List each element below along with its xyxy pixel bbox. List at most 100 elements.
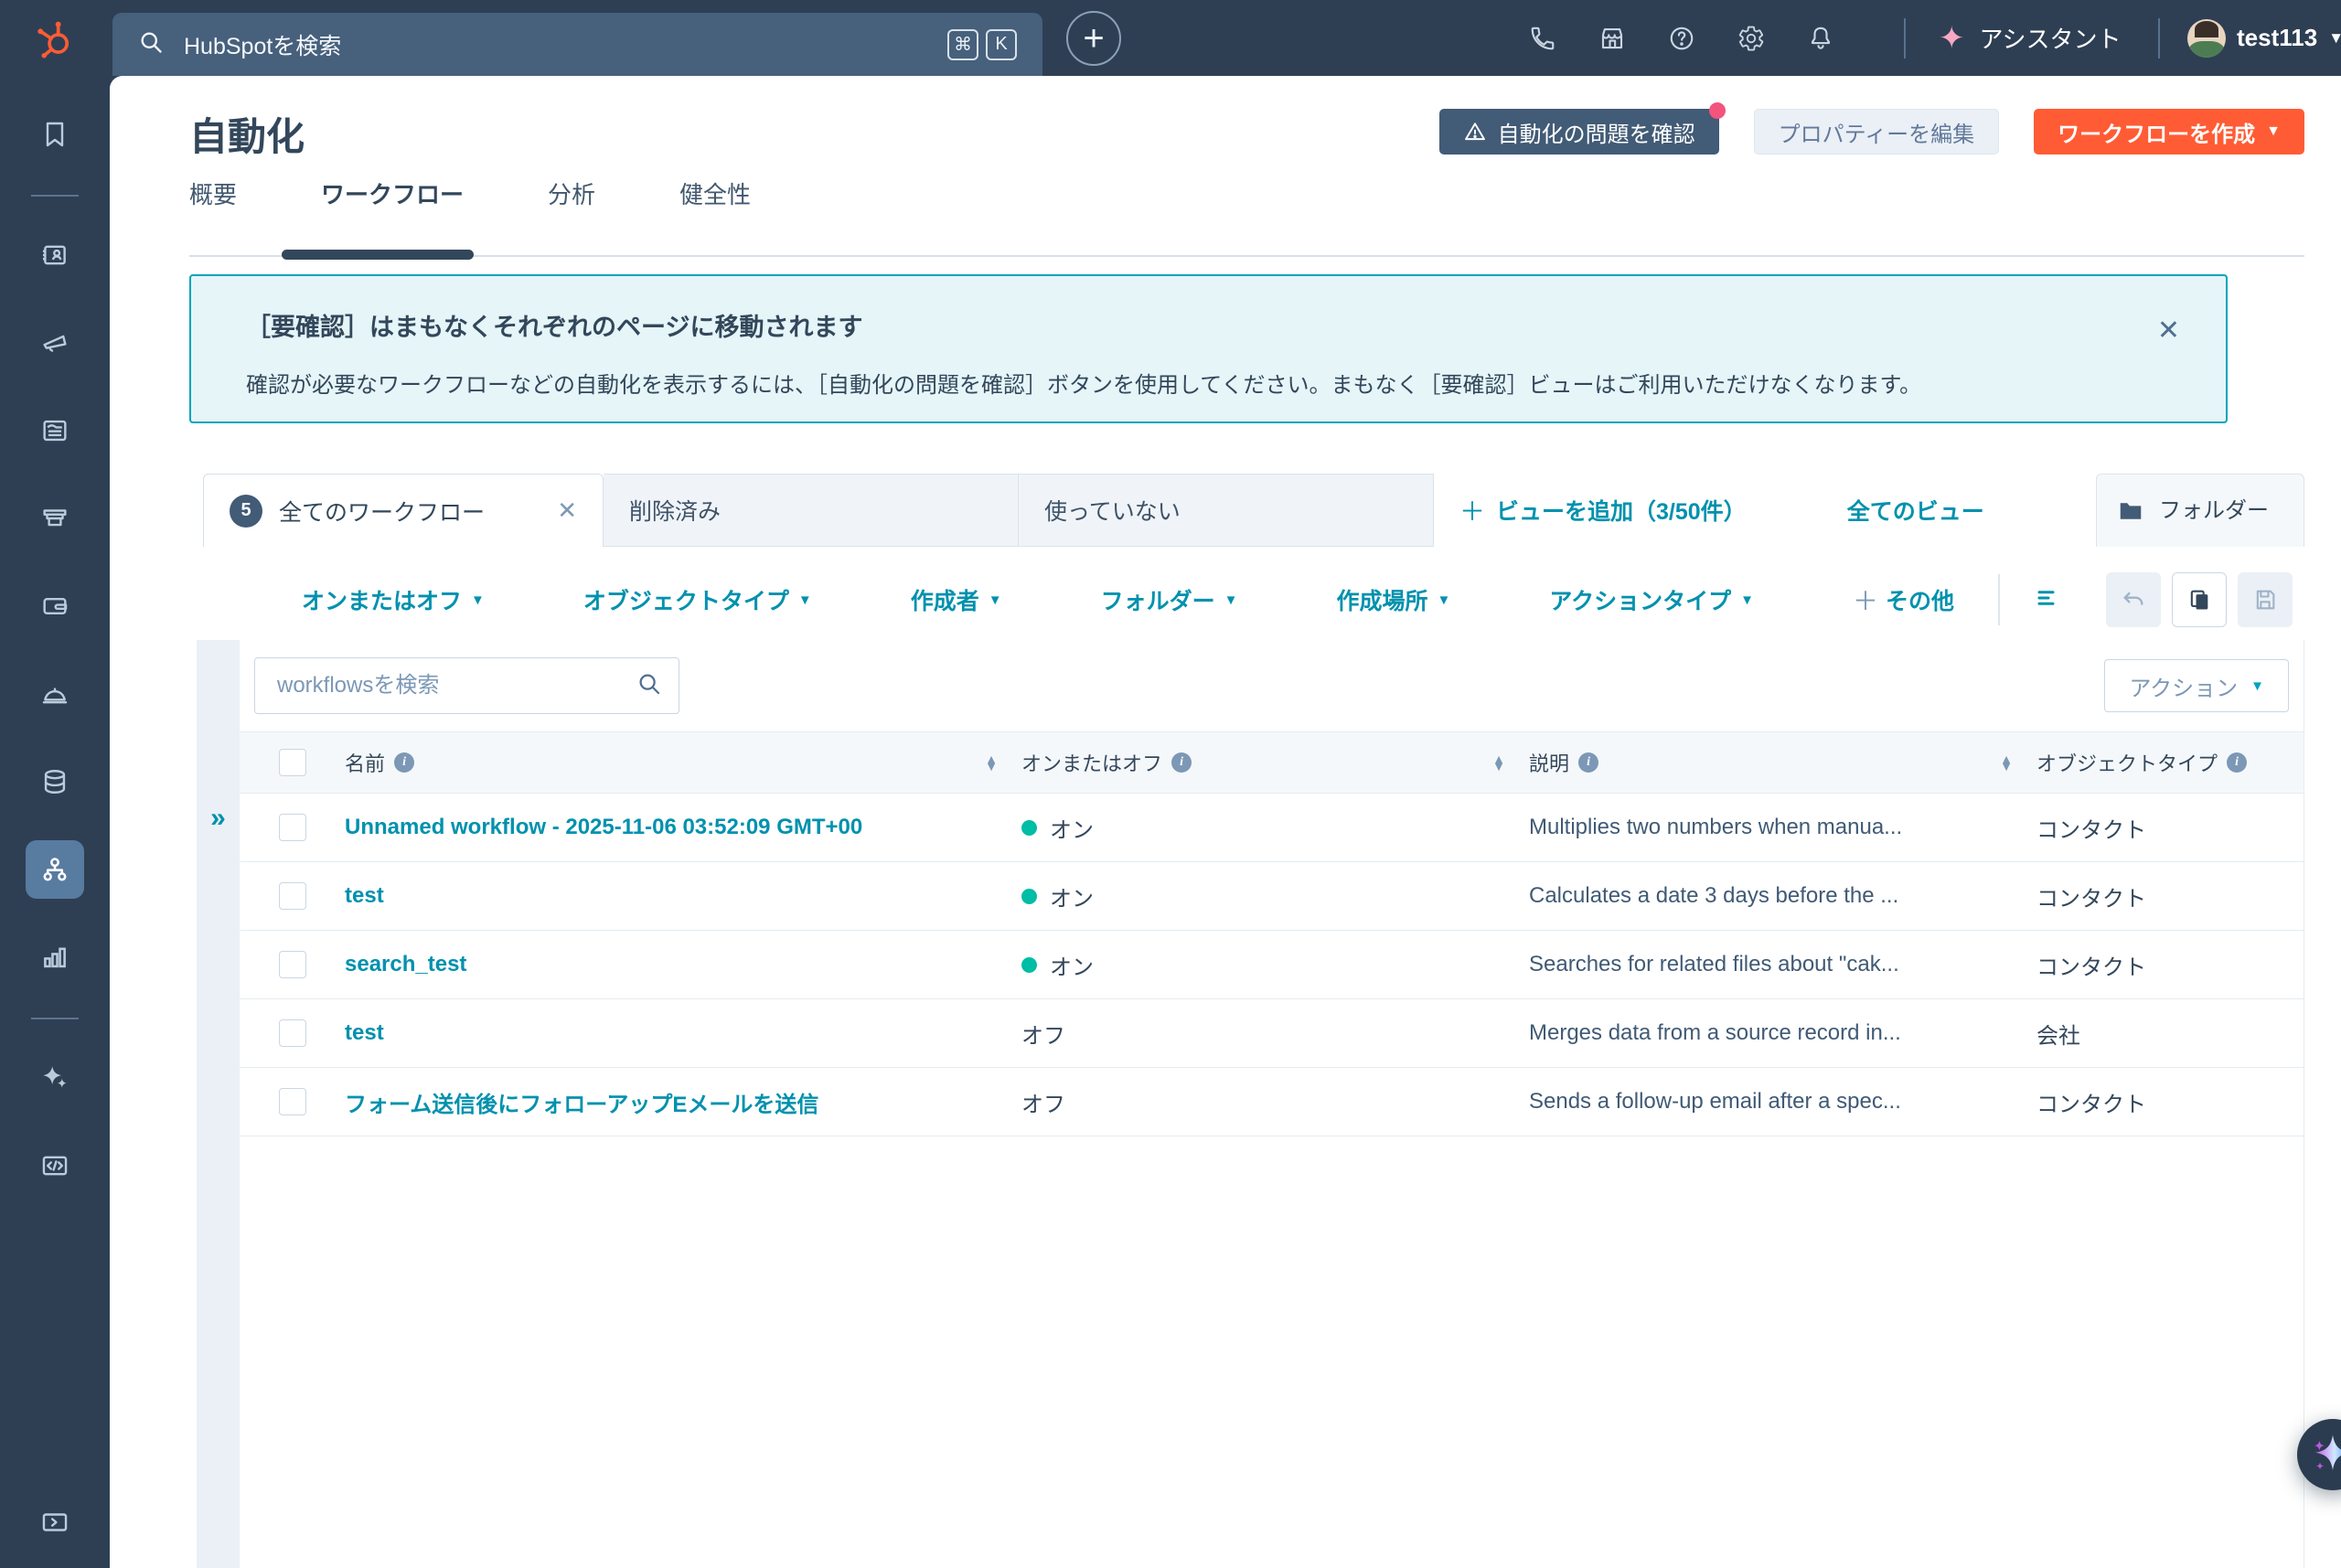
view-tab-all-workflows[interactable]: 5 全てのワークフロー ✕ <box>203 474 604 547</box>
table-row: test オフ Merges data from a source record… <box>240 999 2304 1068</box>
account-menu[interactable]: test113 ▼ <box>2187 0 2341 76</box>
settings-gear-icon[interactable] <box>1737 25 1765 52</box>
save-view-button[interactable] <box>2238 572 2293 627</box>
sidebar-item-marketing[interactable] <box>26 314 84 372</box>
description-cell: Sends a follow-up email after a spec... <box>1529 1089 2036 1115</box>
all-views-link[interactable]: 全てのビュー <box>1847 494 1984 527</box>
create-workflow-button[interactable]: ワークフローを作成 ▼ <box>2034 109 2304 155</box>
check-issues-label: 自動化の問題を確認 <box>1498 116 1695 148</box>
actions-dropdown-button[interactable]: アクション ▼ <box>2104 659 2289 712</box>
object-type-cell: コンタクト <box>2036 880 2304 912</box>
actions-label: アクション <box>2129 670 2238 702</box>
quick-add-button[interactable]: + <box>1066 11 1121 66</box>
filter-created-in[interactable]: 作成場所▼ <box>1337 583 1451 616</box>
help-icon[interactable] <box>1668 25 1695 52</box>
row-checkbox[interactable] <box>279 814 306 841</box>
tab-overview[interactable]: 概要 <box>189 176 237 243</box>
sidebar-item-content[interactable] <box>26 401 84 460</box>
workflow-name-link[interactable]: フォーム送信後にフォローアップEメールを送信 <box>345 1086 1021 1118</box>
workflow-table-section: » アクション ▼ 名前i ▲▼ <box>197 640 2304 1568</box>
advanced-filter-icon[interactable] <box>2035 584 2062 616</box>
select-all-checkbox[interactable] <box>279 749 306 776</box>
sidebar-item-payments[interactable] <box>26 577 84 635</box>
sort-icons[interactable]: ▲▼ <box>985 755 998 771</box>
filter-action-type[interactable]: アクションタイプ▼ <box>1549 583 1754 616</box>
workflow-name-link[interactable]: test <box>345 883 1021 909</box>
assistant-label: アシスタント <box>1980 21 2122 55</box>
collapse-sidebar-icon[interactable] <box>26 1493 84 1552</box>
view-tabs: 5 全てのワークフロー ✕ 削除済み 使っていない ＋ ビューを追加（3/50件… <box>203 474 2304 547</box>
folders-label: フォルダー <box>2159 498 2269 524</box>
workflow-name-link[interactable]: test <box>345 1020 1021 1046</box>
add-view-label: ビューを追加（3/50件） <box>1496 494 1747 527</box>
filter-folder[interactable]: フォルダー▼ <box>1101 583 1238 616</box>
column-on-off[interactable]: オンまたはオフi ▲▼ <box>1021 748 1529 777</box>
column-description[interactable]: 説明i ▲▼ <box>1529 748 2036 777</box>
view-tab-label: 削除済み <box>629 494 721 527</box>
more-filters-link[interactable]: ＋その他 <box>1853 581 1954 618</box>
view-tab-deleted[interactable]: 削除済み <box>604 474 1019 547</box>
banner-title: ［要確認］はまもなくそれぞれのページに移動されます <box>246 307 2171 343</box>
filter-object-type[interactable]: オブジェクトタイプ▼ <box>583 583 812 616</box>
row-checkbox[interactable] <box>279 1088 306 1115</box>
info-icon: i <box>394 752 414 773</box>
sidebar-item-ai[interactable] <box>26 1049 84 1107</box>
object-type-cell: コンタクト <box>2036 949 2304 981</box>
view-tab-unused[interactable]: 使っていない <box>1019 474 1434 547</box>
sidebar-item-developer[interactable] <box>26 1136 84 1195</box>
main-content: 自動化 自動化の問題を確認 プロパティーを編集 ワークフローを作成 ▼ 概要 ワ… <box>110 76 2341 1568</box>
filter-creator[interactable]: 作成者▼ <box>911 583 1002 616</box>
page-actions: 自動化の問題を確認 プロパティーを編集 ワークフローを作成 ▼ <box>1439 109 2304 155</box>
object-type-cell: 会社 <box>2036 1018 2304 1050</box>
add-view-link[interactable]: ＋ ビューを追加（3/50件） <box>1459 492 1747 528</box>
banner-close-icon[interactable]: ✕ <box>2157 315 2180 347</box>
tab-workflows[interactable]: ワークフロー <box>321 176 464 243</box>
sort-icons[interactable]: ▲▼ <box>2000 755 2013 771</box>
edit-properties-button[interactable]: プロパティーを編集 <box>1754 109 2000 155</box>
hubspot-logo[interactable] <box>0 18 110 59</box>
k-keycap: K <box>986 29 1017 60</box>
status-on-dot <box>1021 820 1037 836</box>
view-tab-close-icon[interactable]: ✕ <box>557 496 577 525</box>
search-icon <box>636 670 663 702</box>
status-cell: オフ <box>1021 1086 1529 1118</box>
workflow-name-link[interactable]: Unnamed workflow - 2025-11-06 03:52:09 G… <box>345 815 1021 840</box>
sort-icons[interactable]: ▲▼ <box>1492 755 1505 771</box>
copy-button[interactable] <box>2172 572 2227 627</box>
sidebar-item-data[interactable] <box>26 752 84 811</box>
expand-panel-icon[interactable]: » <box>197 803 240 834</box>
row-checkbox[interactable] <box>279 951 306 978</box>
filter-on-off[interactable]: オンまたはオフ▼ <box>302 583 485 616</box>
topbar-icon-group <box>1529 0 1834 76</box>
deprecation-banner: ［要確認］はまもなくそれぞれのページに移動されます 確認が必要なワークフローなど… <box>189 274 2228 423</box>
actions-caret-icon: ▼ <box>2250 678 2264 694</box>
column-object-type[interactable]: オブジェクトタイプi <box>2036 748 2304 777</box>
sidebar-item-crm[interactable] <box>26 226 84 284</box>
global-search[interactable]: HubSpotを検索 ⌘ K <box>112 13 1042 76</box>
notification-dot <box>1709 102 1726 119</box>
view-count-badge: 5 <box>230 495 262 528</box>
sidebar-item-bookmarks[interactable] <box>26 105 84 164</box>
all-views-label: 全てのビュー <box>1847 494 1984 527</box>
sidebar-item-reporting[interactable] <box>26 928 84 987</box>
sidebar-item-service[interactable] <box>26 665 84 723</box>
marketplace-icon[interactable] <box>1598 25 1626 52</box>
row-checkbox[interactable] <box>279 1019 306 1047</box>
row-checkbox[interactable] <box>279 882 306 910</box>
check-automation-issues-button[interactable]: 自動化の問題を確認 <box>1439 109 1719 155</box>
tab-analytics[interactable]: 分析 <box>548 176 595 243</box>
sidebar-item-automations[interactable] <box>26 840 84 899</box>
sidebar-item-commerce[interactable] <box>26 489 84 548</box>
workflow-search-input[interactable] <box>254 657 679 714</box>
page-title: 自動化 <box>189 106 305 162</box>
workflow-name-link[interactable]: search_test <box>345 952 1021 977</box>
tab-health[interactable]: 健全性 <box>679 176 751 243</box>
undo-button[interactable] <box>2106 572 2161 627</box>
top-bar: HubSpotを検索 ⌘ K + <box>0 0 2341 76</box>
active-tab-indicator <box>282 250 474 260</box>
phone-icon[interactable] <box>1529 25 1556 52</box>
column-name[interactable]: 名前i ▲▼ <box>345 748 1021 777</box>
assistant-button[interactable]: ✦ アシスタント <box>1939 0 2121 76</box>
folders-button[interactable]: フォルダー <box>2096 474 2304 547</box>
notifications-bell-icon[interactable] <box>1807 25 1834 52</box>
